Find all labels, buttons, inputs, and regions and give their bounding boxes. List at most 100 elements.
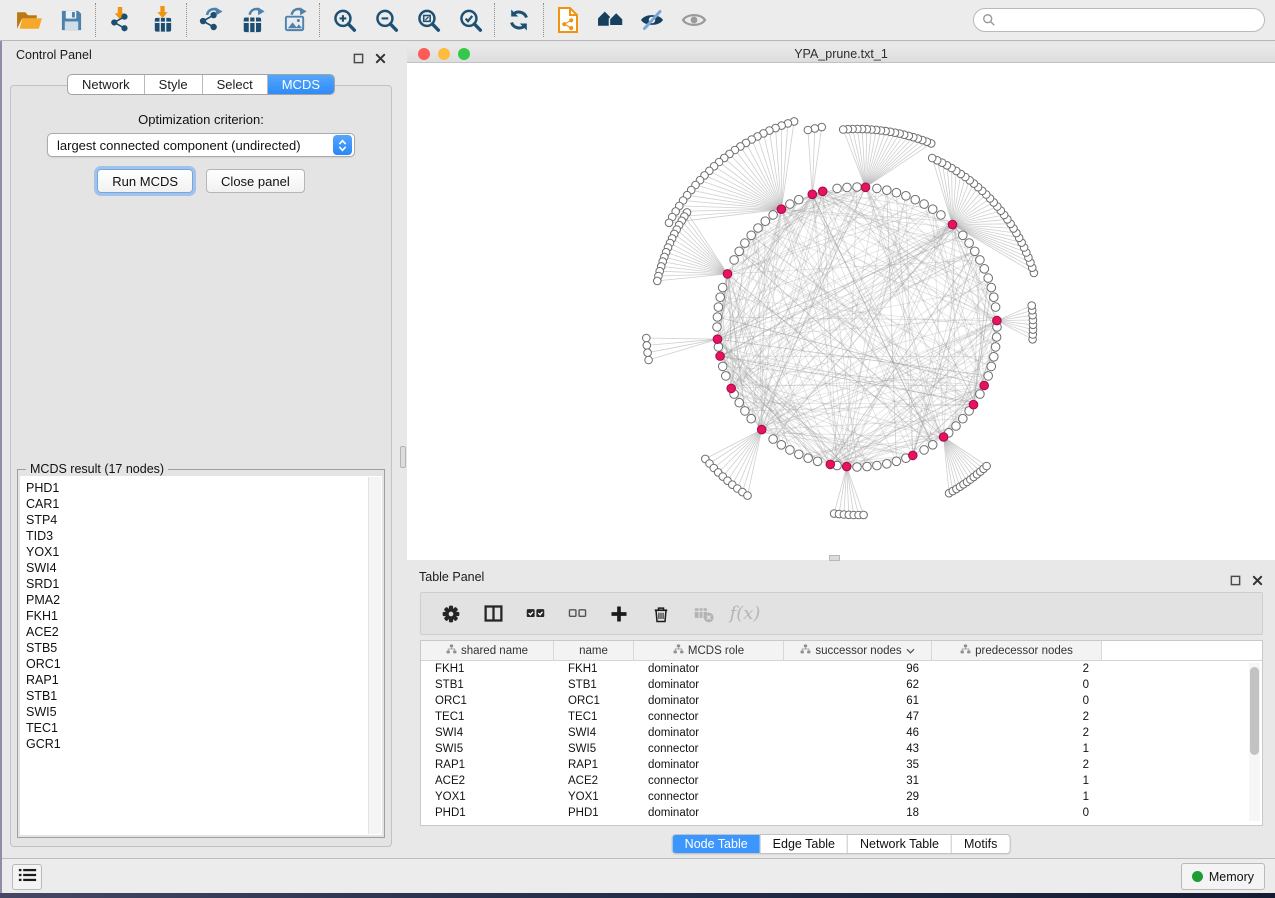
column-header[interactable]: name (554, 641, 634, 660)
network-node[interactable] (920, 200, 929, 209)
table-row[interactable]: ACE2ACE2connector311 (421, 773, 1262, 789)
list-scrollbar[interactable] (368, 477, 381, 834)
network-node[interactable] (883, 186, 892, 195)
network-node[interactable] (937, 211, 946, 220)
network-node[interactable] (761, 217, 770, 226)
leaf-node[interactable] (654, 277, 662, 285)
list-item[interactable]: STB5 (20, 640, 382, 656)
network-node[interactable] (928, 441, 937, 450)
mcds-hub-node[interactable] (969, 400, 978, 409)
leaf-node[interactable] (928, 154, 936, 162)
import-table-button[interactable] (141, 2, 183, 38)
network-node[interactable] (769, 435, 778, 444)
search-input[interactable] (1001, 13, 1256, 27)
mcds-hub-node[interactable] (861, 183, 870, 192)
network-node[interactable] (928, 205, 937, 214)
network-node[interactable] (786, 446, 795, 455)
save-session-button[interactable] (50, 2, 92, 38)
network-node[interactable] (976, 390, 985, 399)
network-node[interactable] (990, 293, 999, 302)
float-panel-icon[interactable] (1230, 573, 1241, 591)
mcds-hub-node[interactable] (723, 270, 732, 279)
network-node[interactable] (741, 239, 750, 248)
mcds-hub-node[interactable] (980, 381, 989, 390)
leaf-node[interactable] (744, 492, 752, 500)
network-node[interactable] (873, 184, 882, 193)
network-node[interactable] (777, 441, 786, 450)
table-row[interactable]: RAP1RAP1dominator352 (421, 757, 1262, 773)
mcds-hub-node[interactable] (757, 425, 766, 434)
mcds-hub-node[interactable] (777, 205, 786, 214)
float-panel-icon[interactable] (353, 51, 364, 69)
table-row[interactable]: YOX1YOX1connector291 (421, 789, 1262, 805)
list-item[interactable]: SRD1 (20, 576, 382, 592)
network-node[interactable] (902, 192, 911, 201)
network-node[interactable] (714, 303, 723, 312)
network-node[interactable] (795, 450, 804, 459)
network-node[interactable] (965, 239, 974, 248)
zoom-fit-button[interactable] (407, 2, 449, 38)
network-node[interactable] (769, 211, 778, 220)
network-node[interactable] (990, 353, 999, 362)
add-column-button[interactable] (601, 596, 637, 632)
table-row[interactable]: STB1STB1dominator620 (421, 677, 1262, 693)
table-scrollbar[interactable] (1249, 663, 1260, 821)
network-node[interactable] (722, 372, 731, 381)
export-table-button[interactable] (232, 2, 274, 38)
network-node[interactable] (804, 454, 813, 463)
list-item[interactable]: STP4 (20, 512, 382, 528)
network-node[interactable] (843, 183, 852, 192)
leaf-node[interactable] (665, 219, 673, 227)
deselect-all-button[interactable] (559, 596, 595, 632)
column-header[interactable]: shared name (421, 641, 554, 660)
mcds-hub-node[interactable] (808, 190, 817, 199)
leaf-node[interactable] (818, 123, 826, 131)
mcds-hub-node[interactable] (727, 384, 736, 393)
network-node[interactable] (984, 372, 993, 381)
list-item[interactable]: YOX1 (20, 544, 382, 560)
zoom-in-button[interactable] (323, 2, 365, 38)
network-node[interactable] (920, 446, 929, 455)
show-graphics-details-button[interactable] (673, 2, 715, 38)
export-image-button[interactable] (274, 2, 316, 38)
column-header[interactable]: successor nodes (784, 641, 932, 660)
vertical-splitter[interactable] (400, 41, 407, 858)
network-node[interactable] (754, 224, 763, 233)
show-panels-button[interactable] (12, 864, 42, 890)
table-settings-button[interactable] (433, 596, 469, 632)
list-item[interactable]: RAP1 (20, 672, 382, 688)
network-node[interactable] (952, 422, 961, 431)
network-graph[interactable] (407, 63, 1275, 560)
network-node[interactable] (911, 195, 920, 204)
close-panel-icon[interactable] (1252, 573, 1263, 591)
network-node[interactable] (741, 407, 750, 416)
network-node[interactable] (959, 414, 968, 423)
leaf-node[interactable] (643, 342, 651, 350)
leaf-node[interactable] (645, 356, 653, 364)
tab-style[interactable]: Style (144, 75, 202, 94)
tab-network-table[interactable]: Network Table (847, 835, 951, 853)
list-item[interactable]: TID3 (20, 528, 382, 544)
mcds-hub-node[interactable] (826, 460, 835, 469)
list-item[interactable]: GCR1 (20, 736, 382, 752)
leaf-node[interactable] (983, 462, 991, 470)
network-node[interactable] (992, 333, 1001, 342)
list-item[interactable]: STB1 (20, 688, 382, 704)
network-node[interactable] (991, 343, 1000, 352)
network-node[interactable] (971, 247, 980, 256)
mcds-hub-node[interactable] (842, 462, 851, 471)
network-node[interactable] (863, 462, 872, 471)
list-item[interactable]: TEC1 (20, 720, 382, 736)
scrollbar-thumb[interactable] (1250, 667, 1259, 755)
list-item[interactable]: ACE2 (20, 624, 382, 640)
table-row[interactable]: FKH1FKH1dominator962 (421, 661, 1262, 677)
export-network-button[interactable] (190, 2, 232, 38)
mcds-hub-node[interactable] (909, 451, 918, 460)
network-node[interactable] (795, 195, 804, 204)
close-panel-button[interactable]: Close panel (206, 169, 305, 193)
tab-select[interactable]: Select (202, 75, 267, 94)
network-node[interactable] (718, 362, 727, 371)
network-node[interactable] (892, 188, 901, 197)
table-row[interactable]: SWI4SWI4dominator462 (421, 725, 1262, 741)
mcds-hub-node[interactable] (713, 335, 722, 344)
